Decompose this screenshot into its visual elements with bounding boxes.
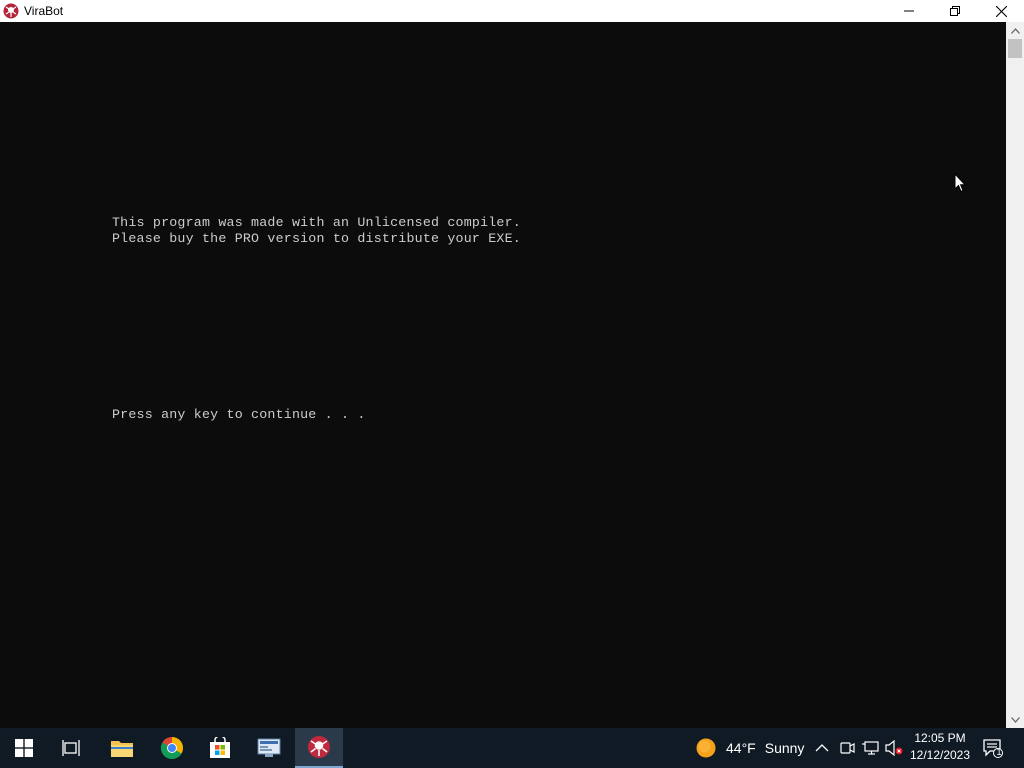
control-panel-button[interactable] (245, 728, 293, 768)
virabot-taskbar-button[interactable] (295, 728, 343, 768)
scrollbar-thumb[interactable] (1008, 39, 1022, 58)
taskbar: 44°F Sunny 12:05 PM 12/12/2023 1 (0, 728, 1024, 768)
show-hidden-icons-button[interactable] (815, 728, 829, 768)
sun-icon (696, 738, 716, 758)
windows-start-icon (15, 739, 33, 757)
close-icon (995, 5, 1007, 17)
volume-muted-icon (885, 740, 903, 756)
weather-temperature: 44°F (726, 740, 756, 756)
clock-time: 12:05 PM (914, 731, 966, 745)
console-output[interactable]: This program was made with an Unlicensed… (0, 22, 1006, 728)
virabot-icon (308, 736, 330, 758)
scroll-down-button[interactable] (1006, 711, 1024, 728)
weather-condition: Sunny (764, 740, 805, 756)
minimize-button[interactable] (886, 0, 932, 22)
control-panel-icon (257, 738, 281, 757)
window-title: ViraBot (24, 4, 64, 18)
network-icon (862, 741, 879, 755)
meet-now-icon (840, 742, 855, 754)
clock-button[interactable]: 12:05 PM 12/12/2023 (906, 730, 974, 766)
microsoft-store-button[interactable] (196, 728, 244, 768)
folder-icon (111, 741, 133, 757)
title-bar: ViraBot (0, 0, 1024, 22)
volume-button[interactable] (885, 728, 903, 768)
chevron-up-icon (1010, 27, 1020, 34)
weather-widget[interactable]: 44°F Sunny (696, 728, 804, 768)
task-view-icon (62, 740, 80, 756)
scroll-up-button[interactable] (1006, 22, 1024, 39)
console-line-compiler-notice: This program was made with an Unlicensed… (112, 215, 521, 230)
console-line-press-key: Press any key to continue . . . (112, 407, 366, 422)
microsoft-store-icon (210, 737, 230, 758)
meet-now-button[interactable] (839, 728, 855, 768)
console-line-pro-notice: Please buy the PRO version to distribute… (112, 231, 521, 246)
chrome-icon (161, 737, 183, 759)
close-button[interactable] (978, 0, 1024, 22)
action-center-button[interactable]: 1 (983, 728, 1003, 768)
vertical-scrollbar[interactable] (1006, 22, 1024, 728)
clock-date: 12/12/2023 (909, 748, 971, 762)
mouse-cursor-icon (954, 172, 967, 198)
notification-count: 1 (996, 747, 1002, 757)
task-view-button[interactable] (48, 728, 96, 768)
minimize-icon (904, 10, 914, 12)
virabot-app-icon (3, 3, 19, 19)
start-button[interactable] (0, 728, 48, 768)
network-button[interactable] (862, 728, 880, 768)
file-explorer-button[interactable] (98, 728, 146, 768)
chevron-down-icon (1010, 716, 1020, 723)
chevron-up-icon (815, 744, 829, 752)
restore-icon (950, 6, 960, 16)
chrome-button[interactable] (148, 728, 196, 768)
restore-button[interactable] (932, 0, 978, 22)
